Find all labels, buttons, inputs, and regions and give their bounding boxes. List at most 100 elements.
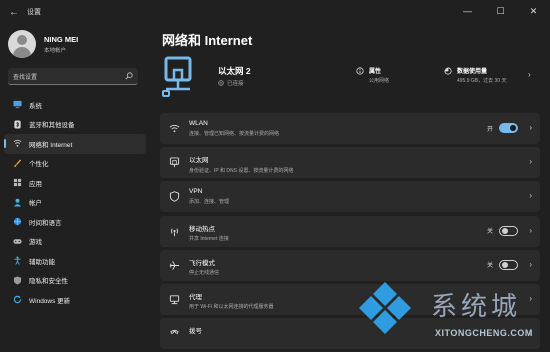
apps-icon xyxy=(13,178,22,187)
setting-title: 移动热点 xyxy=(189,225,215,233)
shield-icon xyxy=(13,276,22,285)
chevron-right-icon: › xyxy=(529,225,532,235)
setting-mobile-hotspot[interactable]: 移动热点 共享 Internet 连接 关 › xyxy=(160,215,540,247)
data-usage-sub: 495.9 GB，过去 30 天 xyxy=(457,78,507,84)
ethernet-port-icon xyxy=(162,56,192,97)
window-controls: — ☐ ✕ xyxy=(451,0,550,22)
update-icon xyxy=(13,295,22,304)
hotspot-icon xyxy=(171,228,178,236)
sidebar-item-windows-update[interactable]: Windows 更新 xyxy=(4,290,146,310)
brush-icon xyxy=(13,159,22,168)
minimize-button[interactable]: — xyxy=(451,0,484,22)
sidebar-item-label: 系统 xyxy=(29,102,42,110)
title-bar: ← 设置 — ☐ ✕ xyxy=(0,0,550,24)
chevron-right-icon: › xyxy=(529,259,532,269)
toggle-state-label: 关 xyxy=(486,229,493,236)
globe-clock-icon xyxy=(13,217,22,226)
sidebar-item-accounts[interactable]: 帐户 xyxy=(4,193,146,213)
toggle-state-label: 开 xyxy=(486,126,493,133)
setting-subtitle: 停止无线通信 xyxy=(189,270,220,277)
search-icon xyxy=(125,72,133,80)
sidebar-item-system[interactable]: 系统 xyxy=(4,95,146,115)
close-button[interactable]: ✕ xyxy=(517,0,550,22)
setting-wlan[interactable]: WLAN 连接、管理已知网络、按流量计费的网络 开 › xyxy=(160,113,540,144)
proxy-icon xyxy=(169,295,180,305)
account-type: 本地帐户 xyxy=(44,47,67,54)
sidebar: NING MEI 本地帐户 查找设置 系统 蓝牙和其他设备 网络和 Intern… xyxy=(0,24,150,352)
airplane-toggle[interactable] xyxy=(499,259,518,270)
sidebar-item-label: 蓝牙和其他设备 xyxy=(29,122,75,130)
info-icon xyxy=(356,67,364,75)
ethernet-icon xyxy=(169,157,180,168)
airplane-icon xyxy=(169,260,180,270)
setting-subtitle: 身份验证、IP 和 DNS 设置、按流量计费的网络 xyxy=(189,167,294,174)
watermark-logo-icon xyxy=(359,282,411,334)
search-placeholder: 查找设置 xyxy=(13,74,38,81)
pie-chart-icon xyxy=(444,67,452,75)
search-input[interactable]: 查找设置 xyxy=(8,68,138,85)
setting-subtitle: 连接、管理已知网络、按流量计费的网络 xyxy=(189,130,280,137)
maximize-button[interactable]: ☐ xyxy=(484,0,517,22)
properties-link[interactable]: 属性 公用网络 xyxy=(356,66,389,84)
data-usage-link[interactable]: 数据使用量 495.9 GB，过去 30 天 xyxy=(444,66,506,84)
properties-title: 属性 xyxy=(369,69,382,75)
sidebar-item-label: 网络和 Internet xyxy=(29,141,73,149)
sidebar-item-accessibility[interactable]: 辅助功能 xyxy=(4,251,146,271)
setting-subtitle: 共享 Internet 连接 xyxy=(189,236,229,243)
sidebar-item-network[interactable]: 网络和 Internet xyxy=(4,134,146,154)
setting-vpn[interactable]: VPN 添加、连接、管理 › xyxy=(160,181,540,213)
sidebar-item-label: 时间和语言 xyxy=(29,219,62,227)
properties-sub: 公用网络 xyxy=(369,78,390,84)
monitor-icon xyxy=(13,100,22,109)
window-title: 设置 xyxy=(27,9,41,16)
setting-subtitle: 用于 Wi-Fi 和以太网连接的代理服务器 xyxy=(189,304,274,311)
gamepad-icon xyxy=(13,237,22,246)
data-usage-title: 数据使用量 xyxy=(457,69,488,75)
site-watermark: 系统城 XITONGCHENG.COM xyxy=(357,278,550,352)
globe-icon xyxy=(218,80,224,86)
setting-title: 拨号 xyxy=(189,328,202,336)
wlan-toggle-group: 开 xyxy=(487,123,518,133)
sidebar-nav: 系统 蓝牙和其他设备 网络和 Internet 个性化 应用 帐户 时间和语言 xyxy=(4,95,146,310)
chevron-right-icon: › xyxy=(529,157,532,167)
user-profile[interactable]: NING MEI 本地帐户 xyxy=(8,30,78,58)
setting-title: 以太网 xyxy=(189,157,209,165)
connection-status-text: 已连接 xyxy=(227,81,244,87)
hotspot-toggle-group: 关 xyxy=(486,225,518,236)
wifi-icon xyxy=(169,124,180,133)
wlan-toggle[interactable] xyxy=(499,123,518,133)
setting-subtitle: 添加、连接、管理 xyxy=(189,198,230,205)
sidebar-item-privacy-security[interactable]: 隐私和安全性 xyxy=(4,271,146,291)
watermark-en-text: XITONGCHENG.COM xyxy=(435,328,533,338)
sidebar-item-personalization[interactable]: 个性化 xyxy=(4,154,146,174)
sidebar-item-label: 帐户 xyxy=(29,200,42,208)
sidebar-item-label: 应用 xyxy=(29,180,42,188)
bluetooth-icon xyxy=(13,120,22,129)
setting-title: WLAN xyxy=(189,120,208,127)
connection-status: 已连接 xyxy=(218,79,244,87)
setting-title: 代理 xyxy=(189,293,202,301)
connection-header: 以太网 2 已连接 属性 公用网络 数据使用量 495.9 GB，过去 30 天… xyxy=(160,54,540,100)
setting-ethernet[interactable]: 以太网 身份验证、IP 和 DNS 设置、按流量计费的网络 › xyxy=(160,147,540,179)
sidebar-item-gaming[interactable]: 游戏 xyxy=(4,232,146,252)
back-arrow-icon[interactable]: ← xyxy=(3,1,25,23)
chevron-right-icon: › xyxy=(529,123,532,132)
page-title: 网络和 Internet xyxy=(162,33,253,48)
account-icon xyxy=(13,198,22,207)
sidebar-item-label: Windows 更新 xyxy=(29,297,71,305)
chevron-right-icon: › xyxy=(529,191,532,201)
sidebar-item-bluetooth[interactable]: 蓝牙和其他设备 xyxy=(4,115,146,135)
hotspot-toggle[interactable] xyxy=(499,225,518,236)
setting-airplane-mode[interactable]: 飞行模式 停止无线通信 关 › xyxy=(160,249,540,281)
airplane-toggle-group: 关 xyxy=(486,259,518,270)
connection-name: 以太网 2 xyxy=(218,66,251,76)
sidebar-item-time-language[interactable]: 时间和语言 xyxy=(4,212,146,232)
vpn-icon xyxy=(169,191,180,203)
sidebar-item-apps[interactable]: 应用 xyxy=(4,173,146,193)
dialup-icon xyxy=(170,330,179,335)
toggle-state-label: 关 xyxy=(486,263,493,270)
network-icon xyxy=(13,139,22,148)
sidebar-item-label: 隐私和安全性 xyxy=(29,278,68,286)
sidebar-item-label: 辅助功能 xyxy=(29,258,55,266)
watermark-cn-text: 系统城 xyxy=(431,292,522,322)
